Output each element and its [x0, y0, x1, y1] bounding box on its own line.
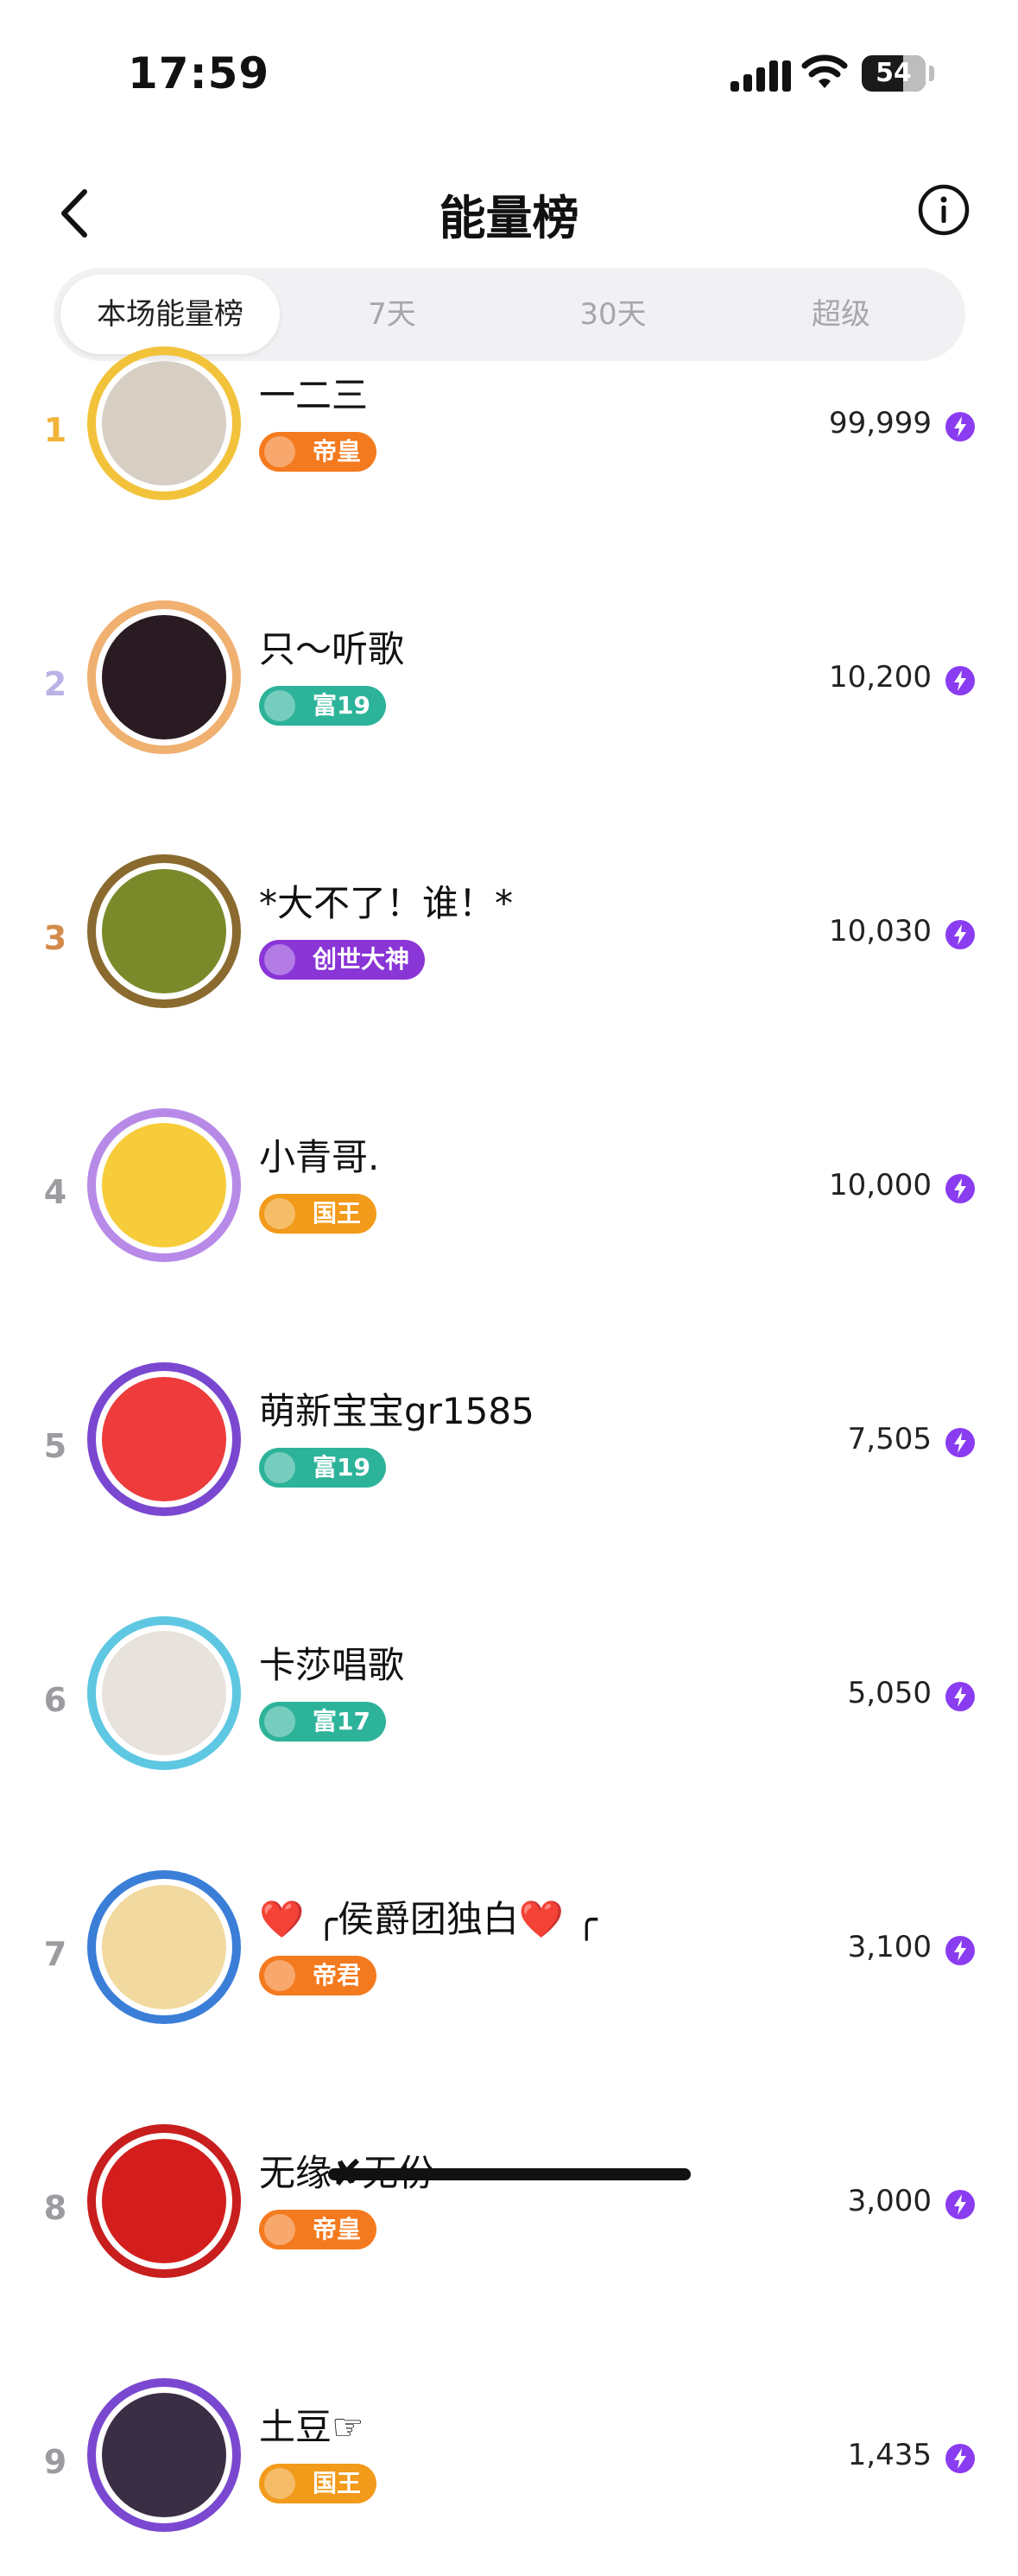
level-badge: 帝君: [259, 1956, 377, 1995]
user-name: 卡莎唱歌: [259, 1644, 405, 1686]
badge-icon: [264, 436, 295, 467]
level-badge: 国王: [259, 1194, 377, 1234]
badge-icon: [264, 2214, 295, 2245]
user-name: 土豆☞: [259, 2406, 364, 2448]
energy-gem-icon: [945, 1936, 975, 1965]
cellular-signal-icon: [730, 60, 791, 92]
energy-score: 10,000: [829, 1168, 932, 1202]
ranking-row[interactable]: 8 无缘✘无份 帝皇 3,000: [0, 2115, 1018, 2322]
avatar[interactable]: [86, 1361, 242, 1517]
level-badge: 帝皇: [259, 2210, 377, 2249]
badge-icon: [264, 690, 295, 721]
badge-icon: [264, 1960, 295, 1991]
energy-gem-icon: [945, 2190, 975, 2219]
page-title: 能量榜: [439, 191, 579, 245]
status-time: 17:59: [128, 48, 270, 98]
ranking-row[interactable]: 1 一二三 帝皇 99,999: [0, 337, 1018, 544]
rank-number: 6: [43, 1681, 67, 1719]
energy-score: 5,050: [847, 1676, 932, 1710]
rank-number: 7: [43, 1935, 67, 1973]
avatar[interactable]: [86, 1107, 242, 1263]
ranking-row[interactable]: 3 *大不了！谁！* 创世大神 10,030: [0, 845, 1018, 1052]
badge-label: 富19: [313, 691, 370, 720]
home-indicator: [328, 2168, 691, 2180]
ranking-row[interactable]: 9 土豆☞ 国王 1,435: [0, 2369, 1018, 2576]
badge-label: 国王: [313, 1199, 362, 1228]
level-badge: 帝皇: [259, 432, 377, 472]
ranking-row[interactable]: 2 只～听歌 富19 10,200: [0, 591, 1018, 798]
energy-gem-icon: [945, 1428, 975, 1457]
rank-number: 2: [43, 665, 67, 703]
badge-label: 帝君: [313, 1961, 362, 1989]
avatar[interactable]: [86, 2123, 242, 2279]
rank-number: 1: [43, 411, 67, 449]
rank-number: 3: [43, 919, 67, 957]
user-name: 萌新宝宝gr1585: [259, 1390, 534, 1432]
wifi-icon: [801, 54, 848, 88]
avatar[interactable]: [86, 346, 242, 501]
level-badge: 富19: [259, 686, 386, 726]
rank-number: 4: [43, 1173, 67, 1211]
rank-number: 9: [43, 2443, 67, 2481]
level-badge: 国王: [259, 2464, 377, 2503]
user-name: *大不了！谁！*: [259, 882, 514, 924]
energy-score: 10,200: [829, 660, 932, 695]
badge-label: 帝皇: [313, 437, 362, 466]
avatar[interactable]: [86, 600, 242, 755]
badge-label: 创世大神: [313, 945, 410, 974]
badge-icon: [264, 1706, 295, 1737]
energy-score: 10,030: [829, 914, 932, 949]
user-name: 一二三: [259, 374, 369, 416]
energy-gem-icon: [945, 666, 975, 695]
badge-icon: [264, 1198, 295, 1229]
energy-gem-icon: [945, 920, 975, 949]
energy-score: 3,000: [847, 2184, 932, 2218]
badge-icon: [264, 1452, 295, 1483]
ranking-row[interactable]: 5 萌新宝宝gr1585 富19 7,505: [0, 1353, 1018, 1560]
energy-score: 1,435: [847, 2438, 932, 2472]
user-name: 小青哥.: [259, 1136, 380, 1178]
badge-label: 富17: [313, 1707, 370, 1735]
level-badge: 富17: [259, 1702, 386, 1742]
badge-label: 帝皇: [313, 2215, 362, 2243]
level-badge: 富19: [259, 1448, 386, 1488]
energy-score: 99,999: [829, 406, 932, 441]
battery-icon: 54: [862, 55, 926, 92]
energy-score: 3,100: [847, 1930, 932, 1964]
level-badge: 创世大神: [259, 940, 426, 980]
user-name: ❤️ ╭侯爵团独白❤️ ╭: [259, 1898, 598, 1940]
battery-level: 54: [876, 58, 912, 88]
ranking-row[interactable]: 7 ❤️ ╭侯爵团独白❤️ ╭ 帝君 3,100: [0, 1861, 1018, 2068]
energy-gem-icon: [945, 1682, 975, 1711]
avatar[interactable]: [86, 2377, 242, 2533]
battery-tip: [929, 66, 934, 81]
avatar[interactable]: [86, 1869, 242, 2025]
avatar[interactable]: [86, 853, 242, 1009]
ranking-row[interactable]: 4 小青哥. 国王 10,000: [0, 1099, 1018, 1306]
badge-icon: [264, 944, 295, 975]
nav-bar: 能量榜: [0, 164, 1018, 259]
energy-gem-icon: [945, 2444, 975, 2473]
status-bar: 17:59 54: [0, 0, 1018, 130]
badge-label: 富19: [313, 1453, 370, 1482]
badge-label: 国王: [313, 2469, 362, 2497]
badge-icon: [264, 2468, 295, 2499]
energy-gem-icon: [945, 1174, 975, 1203]
user-name: 只～听歌: [259, 628, 405, 670]
info-icon[interactable]: [917, 183, 971, 237]
avatar[interactable]: [86, 1615, 242, 1771]
rank-number: 8: [43, 2189, 67, 2227]
energy-score: 7,505: [847, 1422, 932, 1456]
rank-number: 5: [43, 1427, 67, 1465]
energy-gem-icon: [945, 412, 975, 441]
ranking-row[interactable]: 6 卡莎唱歌 富17 5,050: [0, 1607, 1018, 1814]
